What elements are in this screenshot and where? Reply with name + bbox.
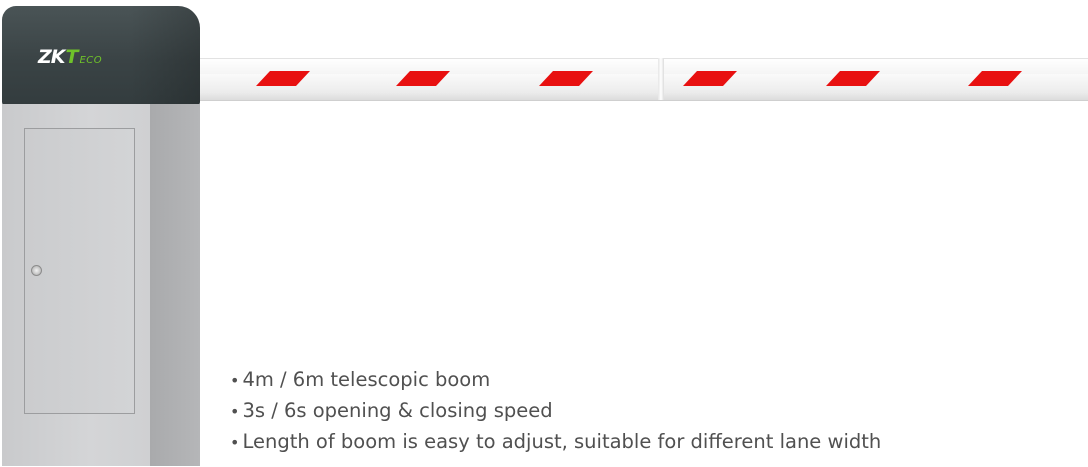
bullet-icon: • [230,433,240,452]
boom-stripe [539,71,593,86]
feature-item: • 4m / 6m telescopic boom [230,365,881,396]
door-lock-icon [31,265,42,276]
cabinet-top-shading [130,6,200,106]
boom-stripe [968,71,1022,86]
barrier-cabinet: ZK T ECO [0,0,210,467]
feature-item: • Length of boom is easy to adjust, suita… [230,427,881,458]
feature-text: 3s / 6s opening & closing speed [242,399,553,422]
barrier-gate-image: ZK T ECO • 4m / 6m telescopic boom • 3s / 6s… [0,0,1088,467]
brand-logo-zk: ZK [38,46,65,68]
boom-stripe [826,71,880,86]
bullet-icon: • [230,402,240,421]
boom-arm [200,58,1088,101]
boom-stripes [256,71,1022,86]
brand-logo-t: T [65,46,79,68]
boom-stripe [683,71,737,86]
feature-list: • 4m / 6m telescopic boom • 3s / 6s openin… [230,365,881,458]
bullet-icon: • [230,371,240,390]
cabinet-side [150,104,200,466]
brand-logo-eco: ECO [79,55,103,66]
boom-stripe [396,71,450,86]
boom-stripe [256,71,310,86]
brand-logo: ZK T ECO [38,46,102,68]
feature-text: 4m / 6m telescopic boom [242,368,491,391]
feature-item: • 3s / 6s opening & closing speed [230,396,881,427]
feature-text: Length of boom is easy to adjust, suitab… [242,430,882,453]
